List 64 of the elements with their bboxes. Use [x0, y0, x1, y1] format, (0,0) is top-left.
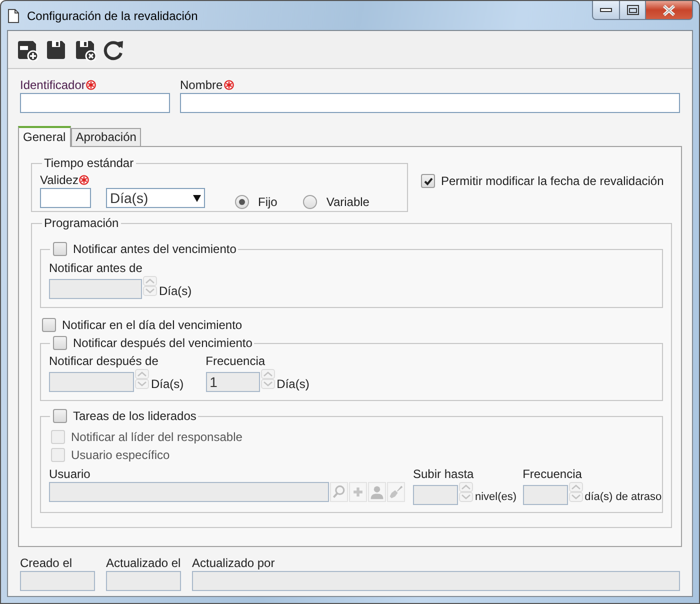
- input-field[interactable]: [20, 93, 170, 113]
- checkbox[interactable]: [421, 174, 435, 188]
- search-button[interactable]: [330, 482, 348, 502]
- input-field[interactable]: [40, 188, 91, 208]
- tab[interactable]: Aprobación: [70, 128, 142, 146]
- unit-label: nivel(es): [475, 490, 517, 505]
- radio-label: Variable: [326, 195, 370, 209]
- minimize-button[interactable]: [592, 1, 620, 20]
- tab[interactable]: General: [18, 126, 71, 147]
- spin-button[interactable]: [459, 482, 473, 505]
- unit-label: Día(s): [159, 283, 192, 299]
- field-label: Actualizado por: [192, 556, 276, 570]
- group-title: Tiempo estándar: [44, 156, 134, 170]
- window-title: Configuración de la revalidación: [27, 8, 198, 22]
- unit-label: Día(s): [151, 376, 184, 392]
- field-label: Subir hasta: [413, 467, 475, 481]
- checkbox-label: Notificar después del vencimiento: [73, 336, 252, 350]
- checkbox-label: Permitir modificar la fecha de revalidación: [441, 174, 664, 188]
- field-label: Creado el: [20, 556, 74, 570]
- field-label: Actualizado el: [106, 556, 181, 570]
- refresh-icon[interactable]: [103, 38, 125, 60]
- checkbox-label: Usuario específico: [71, 448, 170, 462]
- checkbox[interactable]: [42, 318, 56, 332]
- unit-label: Día(s): [276, 376, 310, 392]
- maximize-button[interactable]: [620, 1, 646, 20]
- radio-button[interactable]: [303, 195, 318, 209]
- checkbox-label: Tareas de los liderados: [73, 409, 196, 423]
- add-button[interactable]: [349, 482, 367, 502]
- close-icon: [662, 4, 676, 16]
- document-icon: [8, 8, 19, 22]
- field-label: Frecuencia: [522, 467, 583, 481]
- field-label: Notificar antes de: [49, 261, 144, 275]
- field-label: Validez: [40, 173, 91, 187]
- close-button[interactable]: [646, 1, 693, 20]
- group-title: Programación: [44, 216, 119, 230]
- brush-icon: [388, 483, 404, 501]
- minimize-icon: [600, 7, 612, 13]
- spin-button[interactable]: [135, 369, 149, 392]
- field-label: Usuario: [49, 467, 92, 481]
- maximize-icon: [626, 5, 638, 15]
- checkbox-label: Notificar al líder del responsable: [71, 430, 242, 444]
- unit-label: día(s) de atraso: [584, 490, 662, 505]
- spin-button[interactable]: [568, 482, 583, 505]
- checkbox[interactable]: [53, 336, 67, 350]
- user-button[interactable]: [368, 482, 386, 502]
- search-icon: [331, 483, 347, 501]
- floppy-disk-x-icon[interactable]: [74, 38, 96, 60]
- caret-icon: [193, 194, 201, 202]
- radio-button[interactable]: [235, 195, 249, 209]
- field-label: Identificador: [20, 78, 170, 92]
- checkbox[interactable]: [53, 409, 67, 423]
- unit-dropdown[interactable]: Día(s): [106, 188, 205, 208]
- checkbox[interactable]: [53, 242, 67, 256]
- field-label: Frecuencia: [206, 354, 266, 368]
- clear-button[interactable]: [387, 482, 405, 502]
- spin-button[interactable]: [143, 276, 157, 299]
- field-label: Notificar después de: [49, 354, 160, 368]
- checkbox-label: Notificar antes del vencimiento: [73, 242, 236, 256]
- floppy-disk-plus-icon[interactable]: [16, 38, 38, 60]
- input-field[interactable]: [180, 93, 680, 113]
- radio-label: Fijo: [258, 195, 278, 209]
- checkbox-label: Notificar en el día del vencimiento: [62, 318, 242, 332]
- spin-button[interactable]: [260, 369, 275, 392]
- field-label: Nombre: [180, 78, 680, 92]
